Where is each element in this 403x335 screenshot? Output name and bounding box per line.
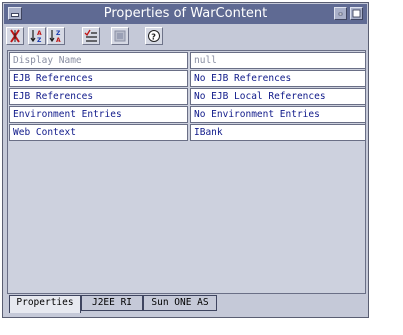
unsort-button[interactable] bbox=[6, 27, 24, 45]
maximize-button[interactable] bbox=[350, 7, 363, 20]
maximize-icon bbox=[352, 9, 361, 18]
svg-text:?: ? bbox=[151, 33, 156, 42]
toolbar: A Z Z A ? bbox=[6, 27, 365, 47]
help-button[interactable]: ? bbox=[145, 27, 163, 45]
property-sheet: Display Name null EJB References No EJB … bbox=[7, 50, 366, 294]
property-name: Display Name bbox=[9, 52, 188, 69]
disabled-property-icon bbox=[114, 30, 126, 42]
tab-j2ee-ri[interactable]: J2EE RI bbox=[81, 295, 143, 311]
disabled-property-button[interactable] bbox=[111, 27, 129, 45]
tab-properties[interactable]: Properties bbox=[9, 295, 81, 313]
property-value[interactable]: No EJB References bbox=[190, 70, 366, 87]
sort-ascending-icon: A Z bbox=[30, 30, 42, 43]
svg-text:A: A bbox=[56, 37, 61, 43]
svg-text:A: A bbox=[37, 30, 42, 37]
property-value[interactable]: IBank bbox=[190, 124, 366, 141]
property-value[interactable]: No Environment Entries bbox=[190, 106, 366, 123]
property-row[interactable]: EJB References No EJB Local References bbox=[9, 88, 366, 105]
unsort-icon bbox=[10, 29, 20, 43]
properties-window: Properties of WarContent A Z Z A ? Displ… bbox=[2, 2, 369, 318]
property-value[interactable]: No EJB Local References bbox=[190, 88, 366, 105]
sort-descending-button[interactable]: Z A bbox=[47, 27, 65, 45]
svg-text:Z: Z bbox=[37, 37, 42, 43]
property-row[interactable]: Web Context IBank bbox=[9, 124, 366, 141]
title-bar[interactable]: Properties of WarContent bbox=[4, 4, 367, 24]
property-value: null bbox=[190, 52, 366, 69]
property-name: EJB References bbox=[9, 88, 188, 105]
property-row[interactable]: Display Name null bbox=[9, 52, 366, 69]
svg-text:Z: Z bbox=[56, 30, 61, 37]
tab-sun-one-as[interactable]: Sun ONE AS bbox=[143, 295, 217, 311]
property-name: Web Context bbox=[9, 124, 188, 141]
property-name: Environment Entries bbox=[9, 106, 188, 123]
property-name: EJB References bbox=[9, 70, 188, 87]
help-icon: ? bbox=[148, 30, 160, 42]
minimize-icon bbox=[338, 12, 343, 16]
property-row[interactable]: EJB References No EJB References bbox=[9, 70, 366, 87]
window-title: Properties of WarContent bbox=[103, 6, 268, 21]
sort-descending-icon: Z A bbox=[49, 30, 61, 43]
minimize-button[interactable] bbox=[334, 7, 347, 20]
property-row[interactable]: Environment Entries No Environment Entri… bbox=[9, 106, 366, 123]
sort-ascending-button[interactable]: A Z bbox=[28, 27, 46, 45]
tab-strip: Properties J2EE RI Sun ONE AS bbox=[7, 295, 364, 313]
checklist-icon bbox=[84, 29, 97, 42]
checklist-button[interactable] bbox=[82, 27, 100, 45]
